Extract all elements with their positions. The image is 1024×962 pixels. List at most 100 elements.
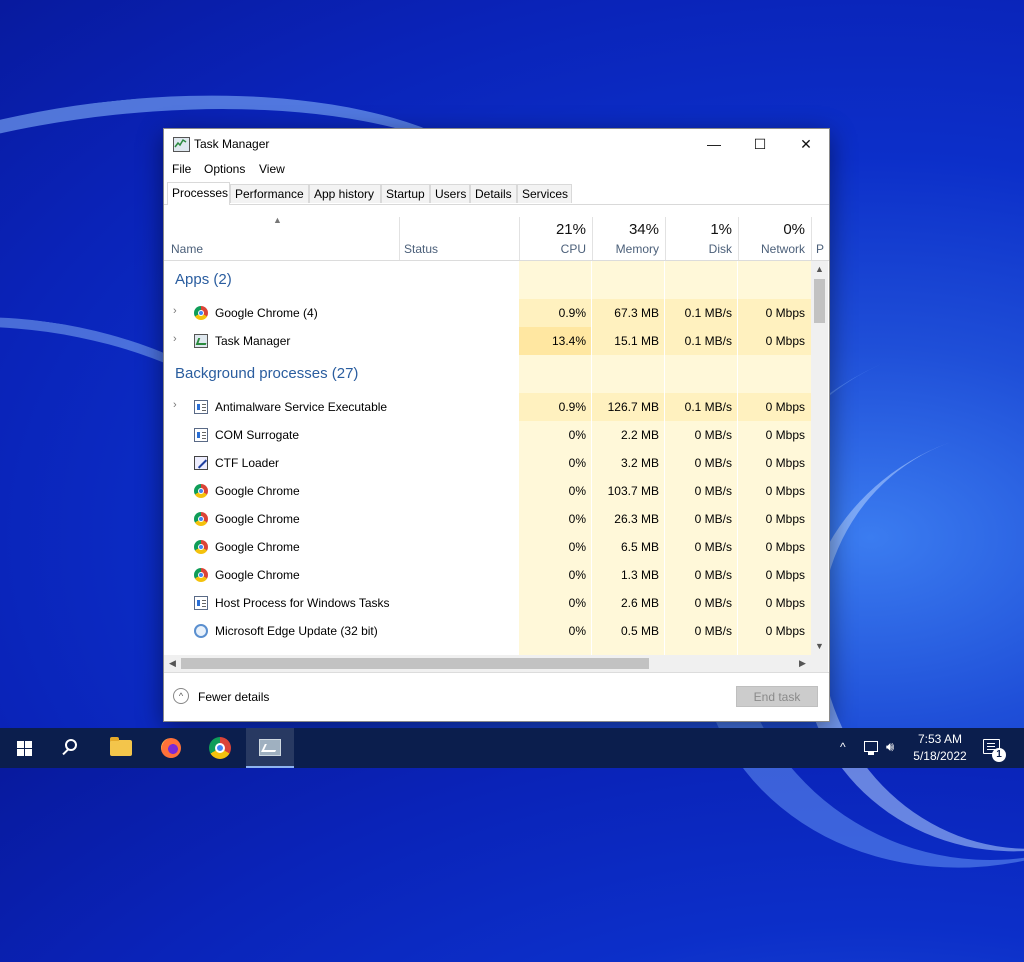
column-name[interactable]: Name [171,242,203,256]
chrome-icon [194,484,208,498]
taskbar-firefox[interactable] [148,728,196,768]
tab-startup[interactable]: Startup [381,184,430,203]
memory-value: 15.1 MB [614,334,659,348]
service-icon [194,596,208,610]
disk-value: 0.1 MB/s [684,400,732,414]
column-power-partial[interactable]: P [816,242,826,256]
memory-value: 126.7 MB [607,400,659,414]
table-row[interactable]: Google Chrome 0% 26.3 MB 0 MB/s 0 Mbps [164,505,811,533]
cpu-total[interactable]: 21% [522,221,586,238]
maximize-button[interactable]: ☐ [737,129,783,159]
network-icon[interactable] [864,741,878,755]
expand-chevron-icon[interactable]: › [173,399,177,411]
service-icon [194,400,208,414]
end-task-button[interactable]: End task [736,686,818,707]
ctf-loader-icon [194,456,208,470]
network-total[interactable]: 0% [740,221,805,238]
network-value: 0 Mbps [765,456,805,470]
disk-value: 0 MB/s [694,484,732,498]
expand-chevron-icon[interactable]: › [173,333,177,345]
table-row[interactable]: Google Chrome 0% 1.3 MB 0 MB/s 0 Mbps [164,561,811,589]
tab-app-history[interactable]: App history [309,184,381,203]
cpu-value: 0% [568,596,586,610]
tab-processes[interactable]: Processes [167,182,230,205]
memory-value: 3.2 MB [620,456,659,470]
table-row[interactable]: Microsoft Edge Update (32 bit) 0% 0.5 MB… [164,617,811,645]
tab-services[interactable]: Services [517,184,572,203]
sort-up-icon: ▲ [273,215,282,225]
table-row[interactable]: › Antimalware Service Executable 0.9% 12… [164,393,811,421]
disk-total[interactable]: 1% [667,221,732,238]
clock-date[interactable]: 5/18/2022 [910,749,970,763]
network-value: 0 Mbps [765,334,805,348]
cpu-value: 0% [568,484,586,498]
taskbar: ^ 🔊︎ 7:53 AM 5/18/2022 1 [0,728,1024,768]
task-manager-icon [259,739,281,756]
column-divider[interactable] [811,217,812,260]
tab-details[interactable]: Details [470,184,517,203]
cpu-value: 0% [568,456,586,470]
taskbar-task-manager[interactable] [246,728,294,768]
column-network[interactable]: Network [740,242,805,256]
close-button[interactable]: ✕ [783,129,829,159]
column-divider[interactable] [592,217,593,260]
memory-total[interactable]: 34% [594,221,659,238]
window-title: Task Manager [194,137,270,151]
column-divider[interactable] [665,217,666,260]
minimize-button[interactable]: — [691,129,737,159]
column-status[interactable]: Status [404,242,438,256]
disk-value: 0 MB/s [694,624,732,638]
table-row[interactable]: Host Process for Windows Tasks 0% 2.6 MB… [164,589,811,617]
tab-strip: Processes Performance App history Startu… [164,182,829,205]
column-cpu[interactable]: CPU [522,242,586,256]
volume-icon[interactable]: 🔊︎ [886,739,894,755]
vertical-scroll-thumb[interactable] [814,279,825,323]
menu-view[interactable]: View [259,162,285,176]
notification-count-badge: 1 [992,748,1006,762]
process-name: Google Chrome [215,512,300,526]
horizontal-scroll-thumb[interactable] [181,658,649,669]
column-memory[interactable]: Memory [594,242,659,256]
task-manager-icon [194,334,208,348]
column-divider[interactable] [738,217,739,260]
chevron-up-circle-icon[interactable]: ^ [173,688,189,704]
table-row[interactable]: › Task Manager 13.4% 15.1 MB 0.1 MB/s 0 … [164,327,811,355]
process-name: Google Chrome [215,568,300,582]
table-row[interactable]: › Google Chrome (4) 0.9% 67.3 MB 0.1 MB/… [164,299,811,327]
column-divider[interactable] [399,217,400,260]
table-row[interactable]: CTF Loader 0% 3.2 MB 0 MB/s 0 Mbps [164,449,811,477]
footer: ^ Fewer details End task [164,672,829,722]
scroll-right-icon[interactable]: ▶ [794,655,811,672]
memory-value: 1.3 MB [620,568,659,582]
menu-file[interactable]: File [172,162,191,176]
tab-users[interactable]: Users [430,184,470,203]
tab-performance[interactable]: Performance [230,184,309,203]
process-name: CTF Loader [215,456,280,470]
table-row[interactable]: Google Chrome 0% 103.7 MB 0 MB/s 0 Mbps [164,477,811,505]
column-divider[interactable] [519,217,520,260]
scroll-up-icon[interactable]: ▲ [811,261,828,278]
table-row[interactable]: Google Chrome 0% 6.5 MB 0 MB/s 0 Mbps [164,533,811,561]
expand-chevron-icon[interactable]: › [173,305,177,317]
file-explorer-icon [110,737,132,756]
fewer-details-link[interactable]: Fewer details [198,690,269,704]
chrome-icon [194,568,208,582]
title-bar[interactable]: Task Manager — ☐ ✕ [164,129,829,159]
scroll-left-icon[interactable]: ◀ [164,655,181,672]
scroll-down-icon[interactable]: ▼ [811,638,828,655]
search-button[interactable] [48,728,96,768]
menu-options[interactable]: Options [204,162,245,176]
taskbar-chrome[interactable] [197,728,245,768]
start-button[interactable] [0,728,48,768]
disk-value: 0 MB/s [694,428,732,442]
taskbar-file-explorer[interactable] [98,728,146,768]
disk-value: 0 MB/s [694,456,732,470]
column-disk[interactable]: Disk [667,242,732,256]
vertical-scrollbar[interactable]: ▲ ▼ [811,261,828,655]
table-row[interactable]: COM Surrogate 0% 2.2 MB 0 MB/s 0 Mbps [164,421,811,449]
network-value: 0 Mbps [765,540,805,554]
horizontal-scrollbar[interactable]: ◀ ▶ [164,655,811,672]
memory-value: 26.3 MB [614,512,659,526]
clock-time[interactable]: 7:53 AM [914,732,966,746]
show-hidden-icons-chevron-icon[interactable]: ^ [840,740,846,754]
